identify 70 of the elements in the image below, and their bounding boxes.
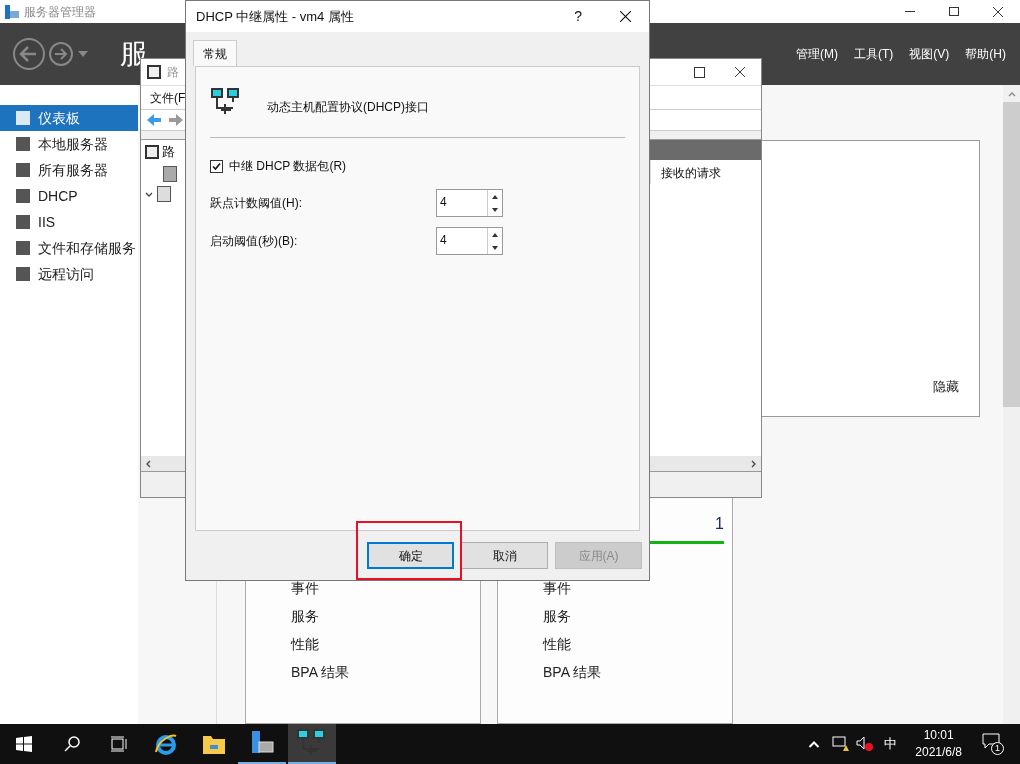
folder-icon[interactable]	[202, 733, 226, 755]
tile-link[interactable]: 服务	[543, 606, 724, 626]
dialog-button[interactable]: 取消	[461, 542, 548, 569]
clock-time: 10:01	[923, 727, 954, 744]
tile-count[interactable]: 1	[715, 512, 724, 536]
close-icon[interactable]	[735, 67, 745, 77]
menu-item[interactable]: 视图(V)	[909, 45, 950, 63]
sidebar-item[interactable]: 仪表板	[0, 105, 138, 131]
forward-arrow-icon[interactable]	[168, 113, 184, 127]
field-label: 跃点计数阈值(H):	[210, 195, 303, 212]
spin-up-icon[interactable]	[492, 232, 498, 237]
spin-down-icon[interactable]	[492, 207, 498, 212]
network-warning-icon[interactable]	[832, 736, 851, 752]
taskbar-app[interactable]	[288, 724, 336, 764]
checkbox[interactable]	[210, 159, 223, 173]
tile-link[interactable]: 性能	[291, 634, 472, 654]
notification-badge: 1	[991, 742, 1004, 755]
back-icon[interactable]	[12, 37, 46, 71]
app-icon	[4, 3, 20, 20]
tree-item[interactable]: 路	[162, 142, 175, 162]
sidebar-item[interactable]: 所有服务器	[0, 157, 138, 183]
scroll-left-icon[interactable]	[145, 459, 153, 468]
dialog-title: DHCP 中继属性 - vm4 属性	[196, 7, 354, 26]
caret-icon[interactable]	[78, 51, 88, 57]
tile-link[interactable]: 服务	[291, 606, 472, 626]
maximize-icon[interactable]	[694, 66, 705, 78]
scrollbar[interactable]	[1003, 85, 1020, 724]
dialog-button[interactable]: 确定	[367, 542, 454, 569]
window-title: 路	[167, 64, 179, 81]
task-view-icon[interactable]	[111, 736, 129, 752]
tile-link[interactable]: BPA 结果	[291, 662, 472, 682]
tile-link[interactable]: 性能	[543, 634, 724, 654]
clock-date: 2021/6/8	[915, 744, 962, 761]
checkbox-label: 中继 DHCP 数据包(R)	[229, 158, 347, 175]
help-button[interactable]: ?	[574, 6, 582, 27]
close-icon[interactable]	[620, 11, 631, 22]
field-label: 启动阈值(秒)(B):	[210, 233, 299, 250]
number-spinner[interactable]: 4	[436, 227, 503, 255]
server-manager-icon	[249, 730, 275, 756]
start-icon[interactable]	[16, 736, 32, 752]
window-title: 服务器管理器	[24, 3, 96, 21]
back-arrow-icon[interactable]	[146, 113, 162, 127]
spin-down-icon[interactable]	[492, 245, 498, 250]
tab[interactable]: 常规	[193, 40, 237, 66]
tile-link[interactable]: 事件	[291, 578, 472, 598]
scroll-right-icon[interactable]	[749, 459, 757, 468]
menu-item[interactable]: 帮助(H)	[965, 45, 1006, 63]
volume-muted-icon[interactable]	[856, 736, 875, 752]
spin-up-icon[interactable]	[492, 194, 498, 199]
tile-link[interactable]: BPA 结果	[543, 662, 724, 682]
hide-link[interactable]: 隐藏	[933, 376, 959, 396]
sidebar-item[interactable]: DHCP	[0, 183, 138, 209]
interface-label: 动态主机配置协议(DHCP)接口	[267, 99, 429, 116]
clock[interactable]: 10:01 2021/6/8	[915, 727, 962, 761]
scroll-thumb[interactable]	[1003, 102, 1020, 407]
sidebar-item[interactable]: 远程访问	[0, 261, 138, 287]
browser-icon[interactable]	[154, 732, 178, 756]
menu-item[interactable]: 文件(F	[150, 88, 186, 107]
menu-item[interactable]: 工具(T)	[854, 45, 894, 63]
ime-indicator[interactable]: 中	[884, 734, 898, 754]
forward-icon[interactable]	[48, 41, 74, 67]
menu-item[interactable]: 管理(M)	[796, 45, 838, 63]
sidebar-item[interactable]: 文件和存储服务	[0, 235, 138, 261]
notification-icon[interactable]	[982, 733, 1000, 749]
sidebar-item[interactable]: 本地服务器	[0, 131, 138, 157]
number-spinner[interactable]: 4	[436, 189, 503, 217]
search-icon[interactable]	[64, 736, 80, 752]
sidebar-item[interactable]: IIS	[0, 209, 138, 235]
close-icon[interactable]	[993, 6, 1003, 17]
tile-link[interactable]: 事件	[543, 578, 724, 598]
